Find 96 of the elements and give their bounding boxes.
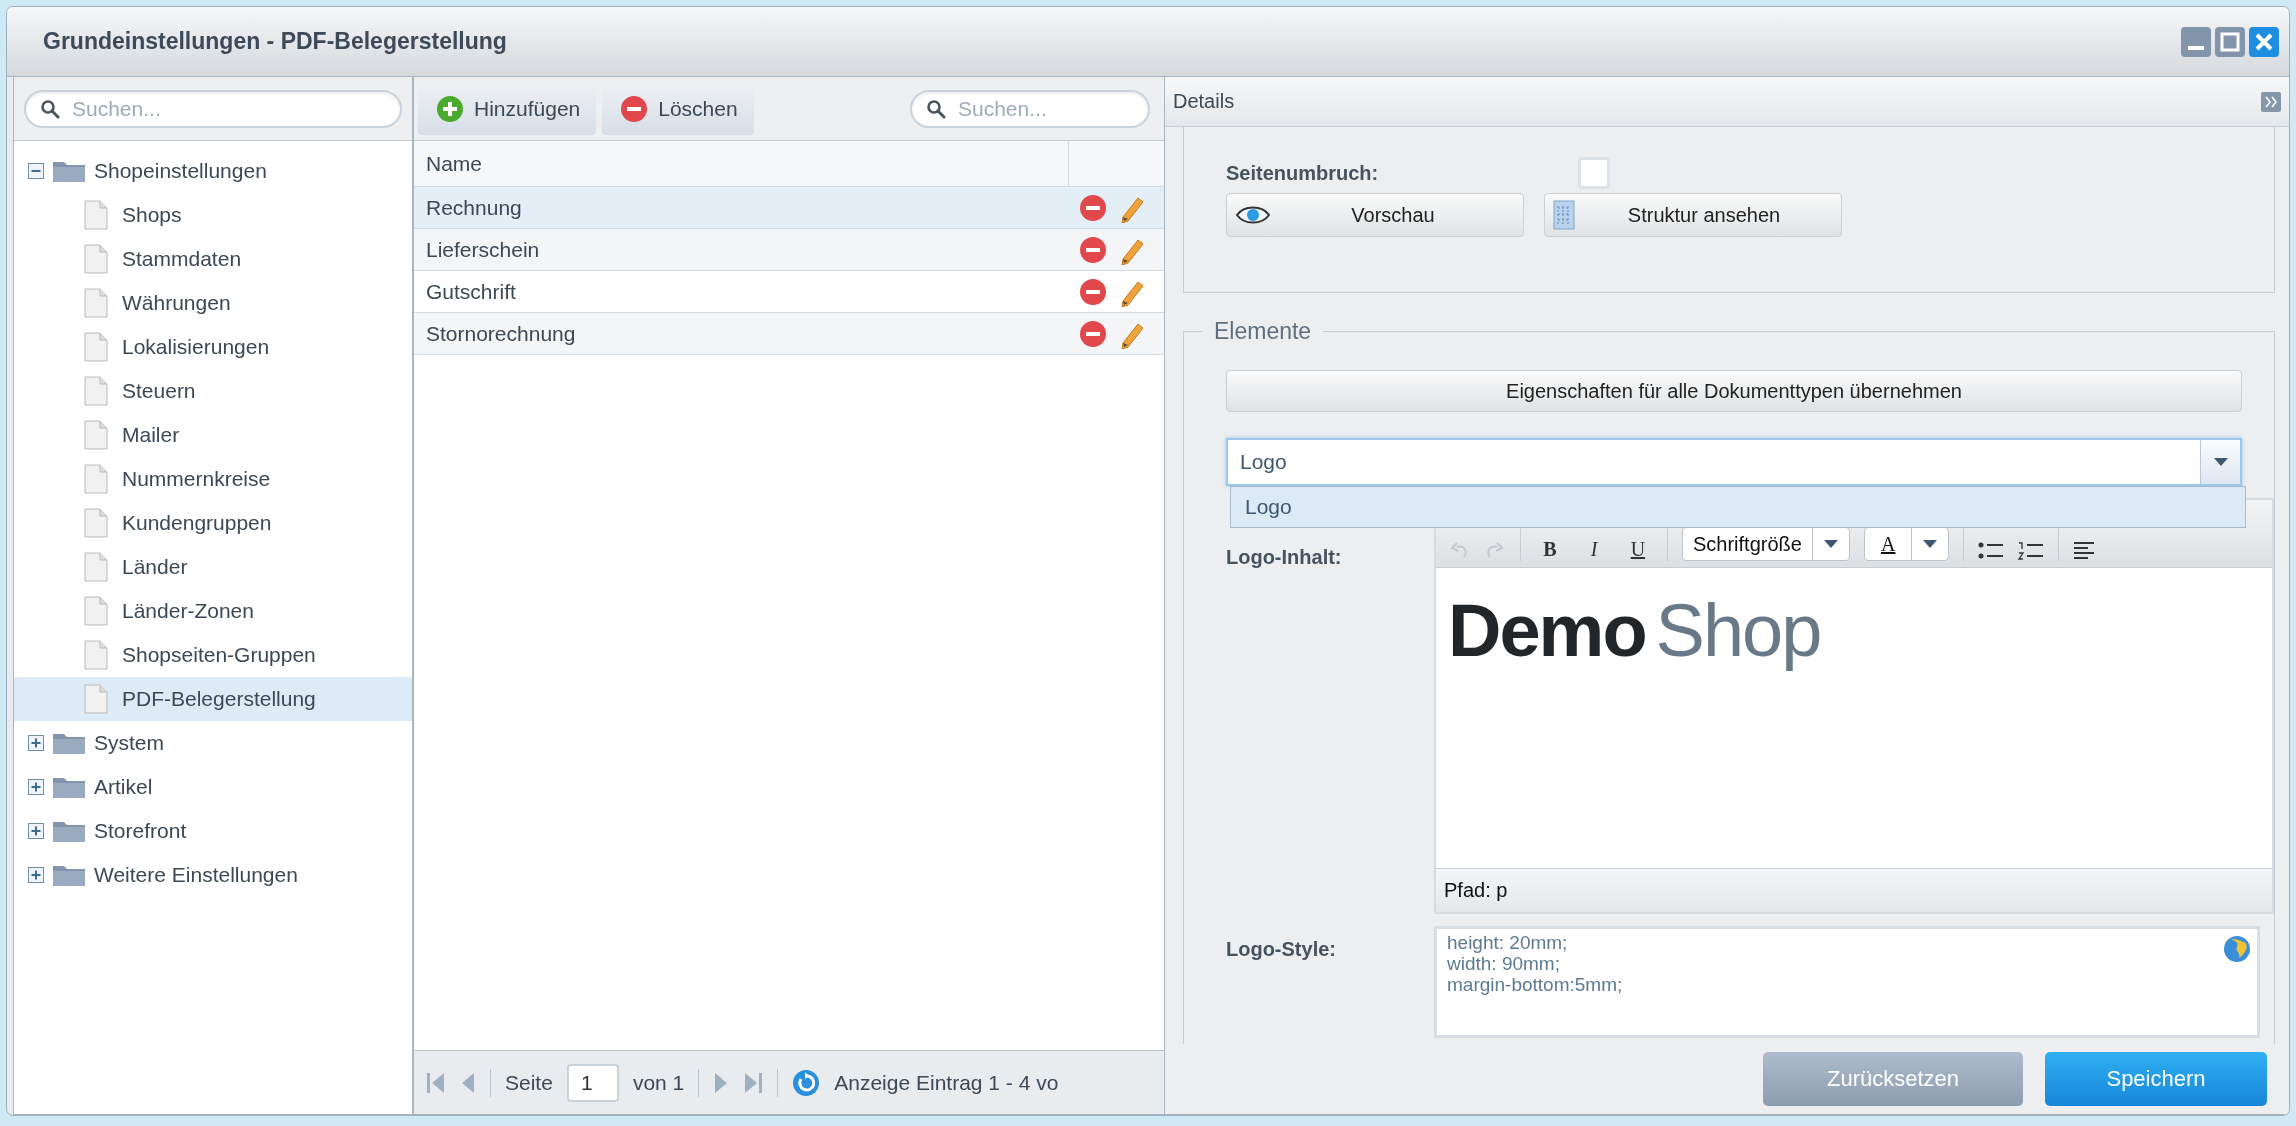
panel-title: Details	[1173, 90, 1235, 113]
text-color-button[interactable]: A	[1863, 527, 1950, 561]
maximize-icon[interactable]	[2215, 26, 2245, 57]
tree-item[interactable]: Länder-Zonen	[14, 589, 412, 633]
search-icon	[926, 98, 946, 119]
tree-item[interactable]: Nummernkreise	[14, 457, 412, 501]
italic-button[interactable]: I	[1579, 538, 1609, 561]
previous-page-icon[interactable]	[460, 1070, 476, 1095]
editor-path: Pfad: p	[1436, 868, 2272, 912]
tree-item[interactable]: Artikel	[14, 765, 412, 809]
document-icon	[84, 376, 108, 406]
folder-icon	[52, 731, 86, 755]
plus-icon	[436, 94, 464, 123]
table-cell-text: Stornorechnung	[426, 321, 577, 346]
search-field[interactable]: Suchen...	[24, 89, 402, 128]
field-label: Seitenumbruch:	[1226, 161, 1380, 185]
collapse-panel-icon[interactable]	[2261, 91, 2281, 112]
table-cell-text: Lieferschein	[426, 237, 541, 262]
table-cell-text: Rechnung	[426, 195, 523, 220]
document-icon	[84, 420, 108, 450]
field-label: Logo-Style:	[1226, 938, 1337, 961]
caret-icon	[2213, 458, 2228, 466]
tree-item[interactable]: System	[14, 721, 412, 765]
document-icon	[84, 640, 108, 670]
tree-item[interactable]: Shopseiten-Gruppen	[14, 633, 412, 677]
window-title: Grundeinstellungen - PDF-Belegerstellung	[43, 28, 507, 55]
document-icon	[84, 332, 108, 362]
globe-icon	[2223, 935, 2251, 963]
page-label: Seite	[505, 1070, 553, 1095]
table-row[interactable]: Stornorechnung	[414, 313, 1164, 355]
first-page-icon[interactable]	[426, 1070, 446, 1095]
entries-info: Anzeige Eintrag 1 - 4 vo	[834, 1070, 1059, 1095]
tree-item[interactable]: Länder	[14, 545, 412, 589]
tree-item[interactable]: Storefront	[14, 809, 412, 853]
dropdown-option[interactable]: Logo	[1231, 487, 2245, 527]
minus-icon	[620, 94, 649, 123]
search-input[interactable]: Suchen...	[956, 95, 1134, 122]
table-row[interactable]: Lieferschein	[414, 229, 1164, 271]
document-icon	[84, 244, 108, 274]
delete-icon[interactable]	[1079, 193, 1107, 222]
tree-item[interactable]: Stammdaten	[14, 237, 412, 281]
collapse-icon[interactable]	[28, 163, 44, 179]
eye-icon	[1235, 204, 1271, 226]
style-textarea[interactable]: height: 20mm; width: 90mm; margin-bottom:5mm;	[1434, 926, 2260, 1038]
expand-icon[interactable]	[28, 779, 44, 795]
apply-button[interactable]: Eigenschaften für alle Dokumenttypen übernehmen	[1226, 370, 2242, 412]
delete-icon[interactable]	[1079, 235, 1107, 264]
numbered-list-icon[interactable]	[2018, 541, 2045, 561]
tree-item[interactable]: Weitere Einstellungen	[14, 853, 412, 897]
minimize-icon[interactable]	[2181, 26, 2211, 57]
document-icon	[84, 508, 108, 538]
folder-icon	[52, 159, 86, 183]
document-icon	[84, 464, 108, 494]
tree-item[interactable]: PDF-Belegerstellung	[14, 677, 412, 721]
underline-button[interactable]: U	[1623, 538, 1653, 561]
rich-text-editor[interactable]: B I U Schriftgröße A DemoShop Pfad: p	[1434, 498, 2274, 914]
search-icon	[40, 98, 60, 119]
field-label: Logo-Inhalt:	[1226, 546, 1343, 569]
preview-button[interactable]: Vorschau	[1226, 193, 1524, 237]
structure-button[interactable]: Struktur ansehen	[1544, 193, 1842, 237]
delete-icon[interactable]	[1079, 277, 1107, 306]
table-cell-text: Gutschrift	[426, 279, 517, 304]
document-icon	[1553, 200, 1575, 230]
folder-icon	[52, 819, 86, 843]
caret-icon	[1923, 540, 1938, 548]
expand-icon[interactable]	[28, 823, 44, 839]
align-left-icon[interactable]	[2073, 541, 2096, 561]
bullet-list-icon[interactable]	[1978, 541, 2005, 561]
document-icon	[84, 552, 108, 582]
caret-icon	[1823, 540, 1838, 548]
folder-icon	[52, 775, 86, 799]
font-size-select[interactable]: Schriftgröße	[1682, 527, 1850, 561]
document-icon	[84, 288, 108, 318]
tree-item[interactable]: Währungen	[14, 281, 412, 325]
page-count: von 1	[632, 1070, 685, 1095]
close-icon[interactable]	[2249, 26, 2279, 57]
expand-icon[interactable]	[28, 735, 44, 751]
delete-icon[interactable]	[1079, 319, 1107, 348]
expand-icon[interactable]	[28, 867, 44, 883]
document-icon	[84, 596, 108, 626]
refresh-icon[interactable]	[792, 1068, 821, 1097]
checkbox[interactable]	[1578, 157, 1610, 189]
table-row[interactable]: Rechnung	[414, 187, 1164, 229]
page-field[interactable]: 1	[566, 1063, 619, 1102]
document-icon	[84, 200, 108, 230]
tree-item[interactable]: Shops	[14, 193, 412, 237]
tree-item[interactable]: Lokalisierungen	[14, 325, 412, 369]
document-icon	[84, 684, 108, 714]
bold-button[interactable]: B	[1535, 538, 1565, 561]
tree-item[interactable]: Kundengruppen	[14, 501, 412, 545]
tree-item[interactable]: Steuern	[14, 369, 412, 413]
tree-item[interactable]: Mailer	[14, 413, 412, 457]
tree-item[interactable]: Shopeinstellungen	[14, 149, 412, 193]
last-page-icon[interactable]	[743, 1070, 764, 1095]
folder-icon	[52, 863, 86, 887]
search-field[interactable]: Suchen...	[910, 89, 1150, 128]
